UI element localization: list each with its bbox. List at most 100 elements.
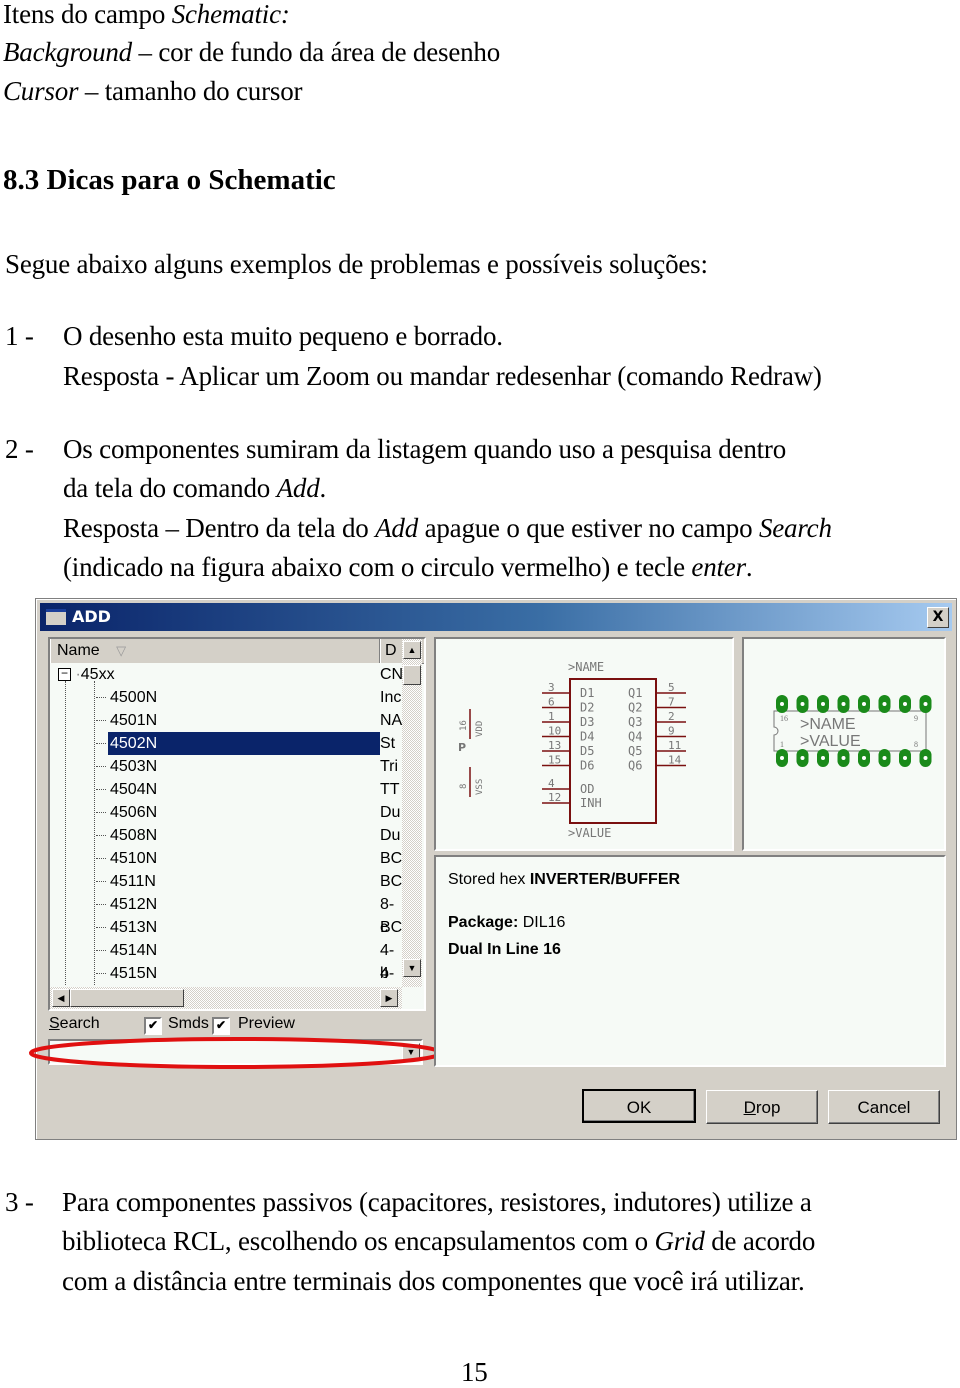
pad-hole — [780, 756, 784, 760]
ok-button[interactable]: OK — [582, 1089, 696, 1123]
collapse-icon[interactable]: − — [58, 667, 71, 682]
column-header-name[interactable]: Name ▽ — [50, 639, 380, 663]
list-item[interactable]: 4502N St — [50, 732, 402, 755]
text: Resposta – Dentro da tela do — [63, 513, 376, 543]
item-name: 4504N — [110, 781, 158, 798]
column-label: Name — [57, 642, 100, 659]
item-desc: 4-b — [380, 965, 395, 982]
text: (indicado na figura abaixo com o circulo… — [63, 552, 692, 582]
item-cursor: Cursor – tamanho do cursor — [3, 75, 302, 107]
pad-hole — [923, 702, 928, 706]
desc-bold: INVERTER/BUFFER — [529, 871, 681, 888]
pin-number: 12 — [548, 791, 561, 804]
list-item[interactable]: 4515N 4-b — [50, 962, 402, 985]
window-icon — [46, 609, 66, 625]
list-item[interactable]: 4501N NA — [50, 709, 402, 732]
text-italic: enter — [691, 552, 746, 582]
pin-number: 3 — [548, 681, 555, 694]
cancel-button[interactable]: Cancel — [828, 1090, 940, 1124]
symbol-preview: >NAME >VALUE 3 D1 6 D2 1 D3 10 D4 13 D5 15 D6 5 Q1 7 Q2 2 Q… — [434, 637, 734, 851]
value-label: >VALUE — [568, 826, 611, 840]
pin-number: 9 — [668, 725, 675, 738]
pad-hole — [882, 756, 887, 760]
package-value-label: >VALUE — [800, 733, 861, 750]
list-item[interactable]: 4513N BC — [50, 916, 402, 939]
list-item[interactable]: 4514N 4-b — [50, 939, 402, 982]
power-pin-label: VDD — [475, 721, 485, 737]
scroll-right-button[interactable]: ▶ — [380, 989, 398, 1007]
tree-branch — [96, 973, 106, 974]
pin-label: OD — [580, 782, 594, 796]
dialog-titlebar[interactable]: ADD X — [40, 603, 952, 631]
item-desc: NA — [380, 712, 402, 729]
pin-number: 13 — [548, 739, 561, 752]
close-button[interactable]: X — [927, 607, 949, 628]
tip-answer-cont: (indicado na figura abaixo com o circulo… — [63, 551, 753, 583]
pin-marker: 9 — [914, 714, 918, 723]
scroll-up-button[interactable]: ▲ — [403, 641, 421, 659]
list-item[interactable]: 4504N TT — [50, 778, 402, 801]
item-name: 4510N — [110, 850, 158, 867]
item-name: 4500N — [110, 689, 158, 706]
tree-branch — [96, 904, 106, 905]
item-desc: Du — [380, 827, 401, 844]
column-header-desc[interactable]: D — [380, 639, 404, 663]
tree-branch — [96, 950, 106, 951]
list-item[interactable]: 4512N 8-c — [50, 893, 402, 936]
tree-branch — [96, 858, 106, 859]
item-name: 4508N — [110, 827, 158, 844]
power-pin-number: 16 — [459, 720, 469, 731]
list-item[interactable]: 4508N Du — [50, 824, 402, 847]
pin-label: Q3 — [628, 715, 642, 729]
item-name: 4515N — [110, 965, 158, 982]
pin-number: 11 — [668, 739, 681, 752]
tree-group-45xx[interactable]: − ·45xx CN — [58, 663, 402, 686]
scroll-left-button[interactable]: ◀ — [52, 989, 70, 1007]
package-value: DIL16 — [518, 914, 566, 931]
pad-hole — [780, 702, 784, 706]
intro-line: Itens do campo Schematic: — [3, 0, 290, 30]
item-name: 4512N — [110, 896, 158, 913]
pad-hole — [862, 756, 866, 760]
tree-branch — [96, 881, 106, 882]
list-item[interactable]: 4511N BC — [50, 870, 402, 893]
text-italic: Search — [758, 513, 832, 543]
add-dialog: ADD X Name ▽ D − ·45xx CN 4500N Inc 4501N N… — [29, 598, 957, 1140]
pin-number: 4 — [548, 777, 555, 790]
item-desc: Du — [380, 804, 401, 821]
pin-number: 1 — [548, 710, 555, 723]
text: . — [319, 473, 327, 503]
package-footprint: >NAME>VALUE 16 1 9 8 — [773, 695, 932, 767]
tree-branch — [96, 835, 106, 836]
pin-label: D1 — [580, 686, 594, 700]
pad-hole — [903, 756, 907, 760]
item-name: 4501N — [110, 712, 158, 729]
horizontal-scrollbar[interactable]: ◀ ▶ — [50, 987, 402, 1009]
group-label: 45xx — [80, 666, 115, 683]
list-item[interactable]: 4510N BC — [50, 847, 402, 870]
tree-branch — [96, 812, 106, 813]
pin-number: 15 — [548, 754, 561, 767]
pad-hole — [800, 756, 805, 760]
pin-label: D2 — [580, 701, 594, 715]
tip-problem-cont: da tela do comando Add. — [63, 472, 326, 504]
intro-prefix: Itens do campo — [3, 0, 172, 29]
list-item[interactable]: 4500N Inc — [50, 686, 402, 709]
list-item[interactable]: 4506N Du — [50, 801, 402, 824]
drop-button[interactable]: Drop — [706, 1090, 818, 1124]
pad-hole — [903, 702, 907, 706]
page-number: 15 — [461, 1357, 488, 1387]
scroll-thumb[interactable] — [403, 665, 421, 685]
smds-checkbox[interactable]: ✔ — [144, 1017, 162, 1035]
vertical-scrollbar[interactable]: ▲ ▼ — [402, 639, 422, 987]
list-item[interactable]: 4503N Tri — [50, 755, 402, 778]
scroll-down-button[interactable]: ▼ — [403, 959, 421, 977]
tip-problem: Os componentes sumiram da listagem quand… — [63, 434, 787, 464]
item-desc: – cor de fundo da área de desenho — [131, 37, 501, 67]
hscroll-thumb[interactable] — [70, 989, 184, 1007]
tip-number: 1 - — [5, 321, 34, 351]
smds-label: Smds — [168, 1015, 209, 1032]
preview-checkbox[interactable]: ✔ — [212, 1017, 230, 1035]
item-desc: BC — [380, 919, 402, 936]
pad-hole — [841, 756, 846, 760]
